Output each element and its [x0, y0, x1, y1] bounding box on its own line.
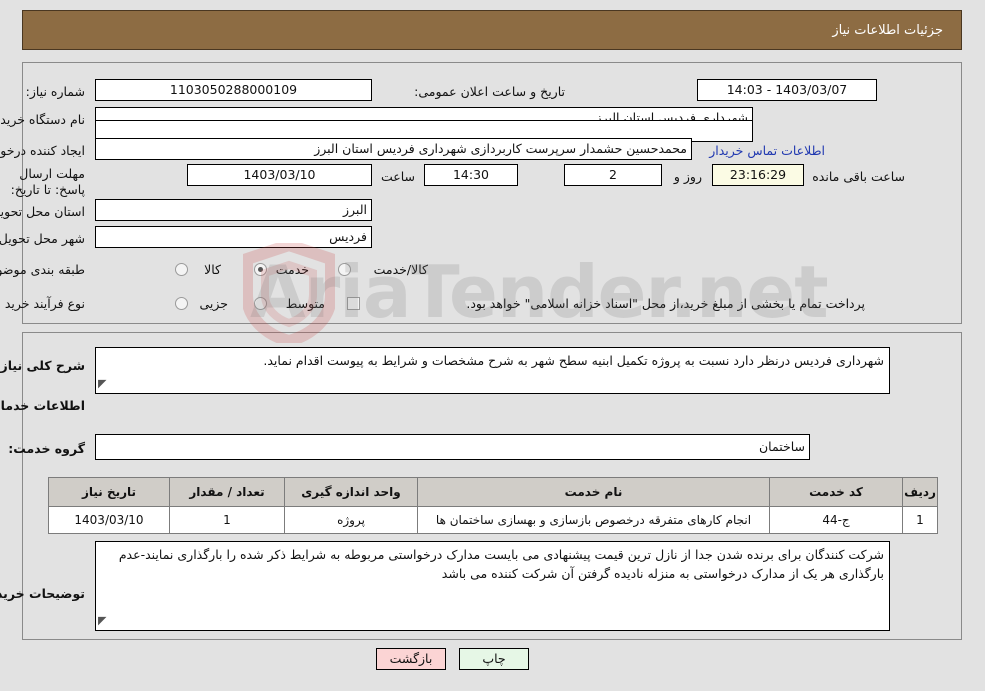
table-row: 1 ج-44 انجام کارهای متفرقه درخصوص بازساز… — [48, 506, 938, 534]
days-remaining-value: 2 — [564, 164, 662, 186]
radio-classification-khedmat[interactable] — [254, 263, 267, 276]
radio-classification-kala-label: کالا — [204, 262, 221, 277]
cell-date: 1403/03/10 — [48, 506, 170, 534]
radio-classification-kala-khedmat-label: کالا/خدمت — [373, 262, 428, 277]
need-number-label: شماره نیاز: — [25, 84, 85, 99]
services-section-heading: اطلاعات خدمات مورد نیاز — [0, 398, 85, 413]
radio-classification-khedmat-label: خدمت — [275, 262, 309, 277]
column-header-code: کد خدمت — [769, 477, 903, 507]
service-group-value[interactable]: ساختمان — [95, 434, 810, 460]
need-summary-label: شرح کلی نیاز: — [0, 358, 85, 373]
deadline-time-value: 14:30 — [424, 164, 518, 186]
buyer-notes-label: توضیحات خریدار: — [0, 586, 85, 601]
print-button[interactable]: چاپ — [459, 648, 529, 670]
deadline-label: مهلت ارسال پاسخ: تا تاریخ: — [10, 166, 85, 197]
services-table: ردیف کد خدمت نام خدمت واحد اندازه گیری ت… — [48, 477, 938, 534]
page-title: جزئیات اطلاعات نیاز — [832, 22, 943, 38]
column-header-date: تاریخ نیاز — [48, 477, 170, 507]
delivery-province-label: استان محل تحویل: — [0, 204, 85, 219]
table-header-row: ردیف کد خدمت نام خدمت واحد اندازه گیری ت… — [48, 477, 938, 507]
buyer-notes-textarea[interactable]: شرکت کنندگان برای برنده شدن جدا از نازل … — [95, 541, 890, 631]
radio-process-motevaset-label: متوسط — [285, 296, 325, 311]
column-header-unit: واحد اندازه گیری — [284, 477, 418, 507]
radio-process-jozi[interactable] — [175, 297, 188, 310]
treasury-documents-label: پرداخت تمام یا بخشی از مبلغ خرید،از محل … — [466, 296, 865, 311]
delivery-city-label: شهر محل تحویل: — [0, 231, 85, 246]
need-info-panel — [22, 62, 962, 324]
page-root: جزئیات اطلاعات نیاز شماره نیاز: 11030502… — [0, 0, 985, 691]
page-header-bar: جزئیات اطلاعات نیاز — [22, 10, 962, 50]
delivery-city-value: فردیس — [95, 226, 372, 248]
announce-date-label: تاریخ و ساعت اعلان عمومی: — [414, 84, 565, 99]
request-creator-value: محمدحسین حشمدار سرپرست کاربردازی شهرداری… — [95, 138, 692, 160]
need-number-value: 1103050288000109 — [95, 79, 372, 101]
delivery-province-value: البرز — [95, 199, 372, 221]
announce-date-value: 1403/03/07 - 14:03 — [697, 79, 877, 101]
radio-classification-kala[interactable] — [175, 263, 188, 276]
deadline-hour-label: ساعت — [380, 169, 415, 184]
classification-label: طبقه بندی موضوعی: — [0, 262, 85, 277]
service-group-label: گروه خدمت: — [8, 441, 85, 456]
back-button[interactable]: بازگشت — [376, 648, 446, 670]
time-remaining-label: ساعت باقی مانده — [812, 169, 905, 184]
column-header-index: ردیف — [902, 477, 938, 507]
days-remaining-label: روز و — [673, 169, 702, 184]
column-header-quantity: تعداد / مقدار — [169, 477, 285, 507]
cell-quantity: 1 — [169, 506, 285, 534]
radio-process-jozi-label: جزیی — [199, 296, 228, 311]
buyer-org-label: نام دستگاه خریدار: — [0, 112, 85, 127]
radio-classification-kala-khedmat[interactable] — [338, 263, 351, 276]
time-remaining-value: 23:16:29 — [712, 164, 804, 186]
resize-grip-icon-notes: ◥ — [98, 614, 107, 627]
need-summary-textarea[interactable]: شهرداری فردیس درنظر دارد نسبت به پروژه ت… — [95, 347, 890, 394]
cell-unit: پروژه — [284, 506, 418, 534]
radio-process-motevaset[interactable] — [254, 297, 267, 310]
buyer-contact-link[interactable]: اطلاعات تماس خریدار — [709, 143, 825, 158]
resize-grip-icon: ◥ — [98, 377, 107, 390]
need-summary-value: شهرداری فردیس درنظر دارد نسبت به پروژه ت… — [263, 353, 884, 368]
treasury-documents-checkbox[interactable] — [347, 297, 360, 310]
purchase-process-label: نوع فرآیند خرید : — [0, 296, 85, 311]
request-creator-label: ایجاد کننده درخواست: — [0, 143, 85, 158]
buyer-notes-value: شرکت کنندگان برای برنده شدن جدا از نازل … — [118, 547, 884, 581]
cell-name: انجام کارهای متفرقه درخصوص بازسازی و بهس… — [417, 506, 770, 534]
cell-index: 1 — [902, 506, 938, 534]
cell-code: ج-44 — [769, 506, 903, 534]
deadline-date-value: 1403/03/10 — [187, 164, 372, 186]
column-header-name: نام خدمت — [417, 477, 770, 507]
